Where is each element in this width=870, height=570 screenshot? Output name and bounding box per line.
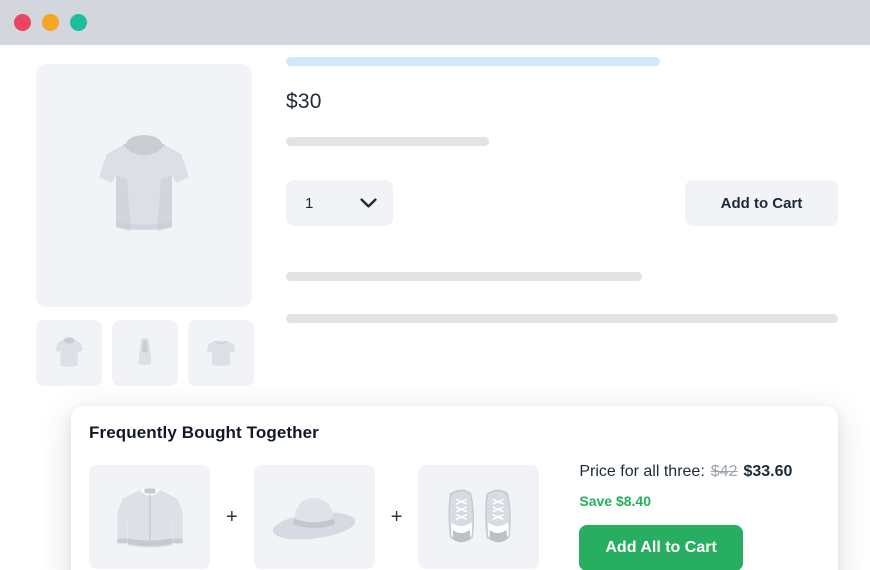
frequently-bought-together-panel: Frequently Bought Together + + Price for… (71, 406, 838, 570)
fbt-pricing-info: Price for all three: $42 $33.60 Save $8.40… (579, 463, 792, 570)
thumbnail-item[interactable] (36, 320, 102, 386)
tshirt-front-thumb-icon (55, 337, 83, 367)
app-window: $30 1 Add to Cart Frequently Bought Toge… (0, 0, 870, 570)
fbt-item-jacket[interactable] (89, 465, 210, 569)
add-all-to-cart-button[interactable]: Add All to Cart (579, 525, 743, 570)
fbt-item-sneakers[interactable] (418, 465, 540, 569)
fedora-hat-illustration (272, 497, 356, 540)
product-details: $30 1 Add to Cart (286, 57, 838, 323)
thumbnail-item[interactable] (112, 320, 178, 386)
chevron-down-icon (360, 197, 377, 208)
minimize-button[interactable] (42, 14, 59, 31)
body-placeholder-bar-1 (286, 272, 642, 281)
quantity-value: 1 (305, 194, 314, 212)
fbt-original-price: $42 (710, 463, 738, 480)
window-titlebar (0, 0, 870, 45)
fbt-body: + + Price for all three: $42 $33.60 Save… (89, 463, 816, 570)
product-main-image[interactable] (36, 64, 252, 307)
fbt-product-list: + + (89, 465, 540, 569)
tshirt-detail-thumb-icon (138, 337, 152, 365)
product-price: $30 (286, 90, 322, 113)
title-placeholder-bar (286, 57, 660, 66)
add-to-cart-button[interactable]: Add to Cart (685, 180, 838, 226)
fbt-price-label: Price for all three: (579, 463, 705, 480)
fbt-item-hat[interactable] (253, 465, 375, 569)
fbt-separator-plus: + (226, 505, 238, 528)
body-placeholder-bar-2 (286, 314, 838, 323)
quantity-select[interactable]: 1 (286, 180, 393, 226)
thumbnail-list (36, 320, 254, 386)
fbt-bundle-price: $33.60 (743, 463, 793, 480)
product-detail-area: $30 1 Add to Cart Frequently Bought Toge… (0, 45, 870, 570)
tshirt-back-thumb-icon (206, 341, 236, 366)
description-placeholder-bar (286, 137, 489, 146)
tshirt-illustration (99, 134, 189, 231)
fbt-savings-text: Save $8.40 (579, 493, 651, 509)
product-gallery (36, 64, 254, 386)
fbt-title: Frequently Bought Together (89, 423, 319, 442)
purchase-controls: 1 Add to Cart (286, 180, 838, 226)
close-button[interactable] (14, 14, 31, 31)
thumbnail-item[interactable] (188, 320, 254, 386)
jacket-illustration (116, 488, 183, 548)
sneakers-illustration (448, 489, 511, 543)
fbt-separator-plus: + (390, 505, 403, 528)
maximize-button[interactable] (70, 14, 87, 31)
fbt-price-line: Price for all three: $42 $33.60 (579, 463, 792, 481)
